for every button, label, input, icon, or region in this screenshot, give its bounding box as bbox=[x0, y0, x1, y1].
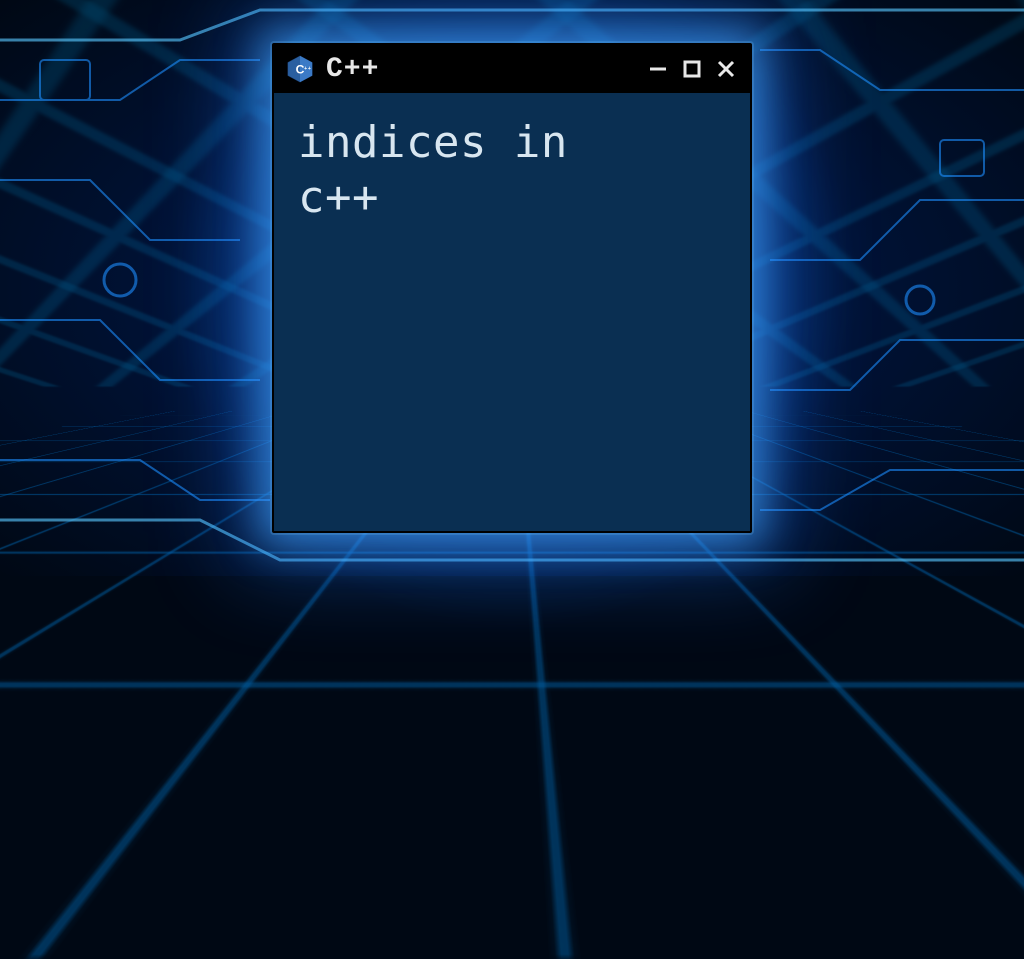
maximize-icon bbox=[682, 59, 702, 79]
window-controls bbox=[644, 55, 740, 83]
svg-text:C: C bbox=[296, 63, 305, 77]
window-title: C++ bbox=[326, 54, 634, 85]
terminal-window: C + + C++ ind bbox=[272, 43, 752, 533]
svg-text:+: + bbox=[308, 66, 311, 72]
cpp-logo-icon: C + + bbox=[284, 53, 316, 85]
minimize-button[interactable] bbox=[644, 55, 672, 83]
terminal-content: indices in c++ bbox=[274, 93, 750, 531]
close-icon bbox=[715, 58, 737, 80]
titlebar: C + + C++ bbox=[274, 45, 750, 93]
minimize-icon bbox=[647, 58, 669, 80]
maximize-button[interactable] bbox=[678, 55, 706, 83]
close-button[interactable] bbox=[712, 55, 740, 83]
svg-text:+: + bbox=[304, 66, 307, 72]
